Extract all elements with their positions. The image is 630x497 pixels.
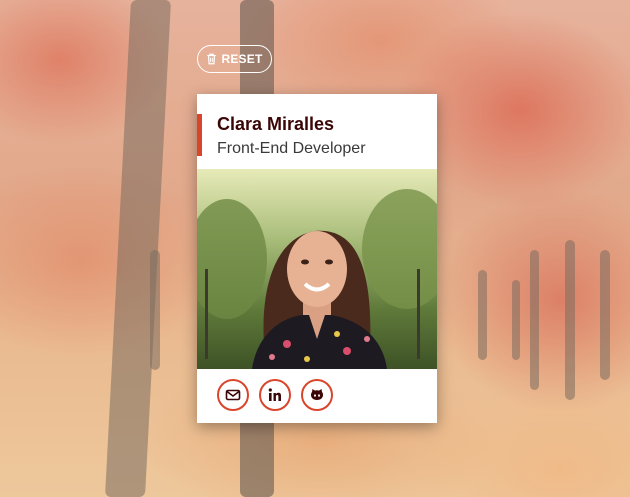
card-header: Clara Miralles Front-End Developer	[197, 94, 437, 169]
reset-label: RESET	[221, 52, 263, 66]
reset-button[interactable]: RESET	[197, 45, 272, 73]
accent-bar	[197, 114, 202, 156]
trash-icon	[207, 53, 217, 65]
profile-photo	[197, 169, 437, 369]
social-links	[217, 379, 333, 411]
github-link-button[interactable]	[301, 379, 333, 411]
email-link-button[interactable]	[217, 379, 249, 411]
mail-icon	[225, 389, 241, 401]
linkedin-link-button[interactable]	[259, 379, 291, 411]
github-icon	[311, 389, 323, 400]
profile-role: Front-End Developer	[217, 140, 366, 157]
profile-name: Clara Miralles	[217, 114, 335, 134]
profile-card: Clara Miralles Front-End Developer	[197, 94, 437, 423]
linkedin-icon	[268, 388, 281, 401]
